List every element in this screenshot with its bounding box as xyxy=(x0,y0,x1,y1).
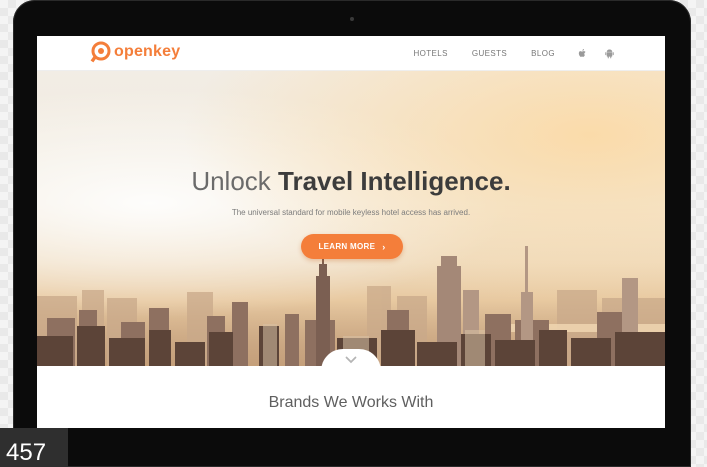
apple-icon[interactable] xyxy=(577,48,588,59)
openkey-logo-icon xyxy=(90,41,111,63)
learn-more-label: LEARN MORE xyxy=(318,242,376,251)
laptop-frame: openkey HOTELS GUESTS BLOG Unlock Travel… xyxy=(13,0,691,467)
top-navbar: openkey HOTELS GUESTS BLOG xyxy=(37,36,665,71)
nav-link-guests[interactable]: GUESTS xyxy=(472,49,507,58)
nav-links: HOTELS GUESTS BLOG xyxy=(389,36,615,70)
chevron-down-icon xyxy=(345,356,357,364)
learn-more-button[interactable]: LEARN MORE › xyxy=(301,234,403,259)
scroll-down-tab[interactable] xyxy=(321,349,381,371)
hero-title-bold: Travel Intelligence. xyxy=(278,166,511,196)
hero-title-light: Unlock xyxy=(191,166,271,196)
android-icon[interactable] xyxy=(604,48,615,59)
logo[interactable]: openkey xyxy=(89,41,180,63)
overlay-counter: 457 xyxy=(0,428,68,467)
camera-dot xyxy=(350,17,354,21)
logo-text: openkey xyxy=(114,43,181,60)
hero-section: Unlock Travel Intelligence. The universa… xyxy=(37,70,665,366)
chevron-right-icon: › xyxy=(382,241,386,252)
website-screen: openkey HOTELS GUESTS BLOG Unlock Travel… xyxy=(37,36,665,428)
nav-link-blog[interactable]: BLOG xyxy=(531,49,555,58)
hero-title: Unlock Travel Intelligence. xyxy=(37,166,665,197)
brands-title: Brands We Works With xyxy=(268,394,434,411)
brands-section: Brands We Works With xyxy=(37,366,665,428)
hero-subtitle: The universal standard for mobile keyles… xyxy=(231,208,471,217)
nav-link-hotels[interactable]: HOTELS xyxy=(413,49,447,58)
